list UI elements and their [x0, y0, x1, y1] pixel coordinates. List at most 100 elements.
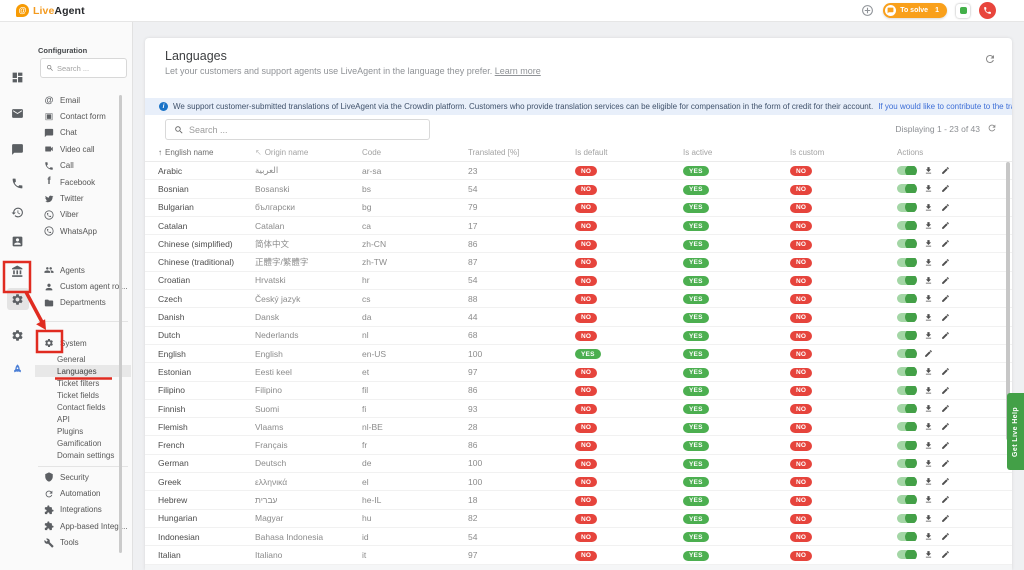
- edit-button[interactable]: [941, 441, 950, 450]
- sidebar-scrollbar[interactable]: [119, 95, 122, 553]
- download-button[interactable]: [924, 221, 933, 230]
- sidebar-search[interactable]: [40, 58, 127, 78]
- edit-button[interactable]: [941, 422, 950, 431]
- sidebar-item-custom-agent-rol[interactable]: Custom agent rol...: [35, 278, 131, 294]
- active-toggle[interactable]: [897, 404, 916, 413]
- edit-button[interactable]: [941, 313, 950, 322]
- download-button[interactable]: [924, 441, 933, 450]
- sidebar-item-agents[interactable]: Agents: [35, 262, 131, 278]
- edit-button[interactable]: [941, 203, 950, 212]
- download-button[interactable]: [924, 386, 933, 395]
- edit-button[interactable]: [941, 386, 950, 395]
- phone-call-button[interactable]: [979, 2, 996, 19]
- active-toggle[interactable]: [897, 514, 916, 523]
- download-button[interactable]: [924, 166, 933, 175]
- edit-button[interactable]: [941, 367, 950, 376]
- edit-button[interactable]: [941, 221, 950, 230]
- active-toggle[interactable]: [897, 276, 916, 285]
- download-button[interactable]: [924, 367, 933, 376]
- active-toggle[interactable]: [897, 349, 916, 358]
- active-toggle[interactable]: [897, 422, 916, 431]
- rail-rocket-button[interactable]: [7, 358, 29, 380]
- active-toggle[interactable]: [897, 495, 916, 504]
- download-button[interactable]: [924, 459, 933, 468]
- sidebar-item-gamification[interactable]: Gamification: [35, 438, 131, 450]
- active-toggle[interactable]: [897, 550, 916, 559]
- download-button[interactable]: [924, 514, 933, 523]
- sidebar-item-tools[interactable]: Tools: [35, 535, 131, 551]
- sidebar-item-security[interactable]: Security: [35, 469, 131, 485]
- download-button[interactable]: [924, 276, 933, 285]
- sidebar-item-api[interactable]: API: [35, 413, 131, 425]
- rail-dashboard-button[interactable]: [7, 66, 29, 88]
- rail-contacts-button[interactable]: [7, 230, 29, 252]
- edit-button[interactable]: [941, 550, 950, 559]
- sidebar-item-languages[interactable]: Languages: [35, 365, 131, 377]
- download-button[interactable]: [924, 495, 933, 504]
- edit-button[interactable]: [941, 166, 950, 175]
- edit-button[interactable]: [941, 294, 950, 303]
- active-toggle[interactable]: [897, 239, 916, 248]
- active-toggle[interactable]: [897, 184, 916, 193]
- sidebar-item-ticket-filters[interactable]: Ticket filters: [35, 377, 131, 389]
- active-toggle[interactable]: [897, 331, 916, 340]
- active-toggle[interactable]: [897, 532, 916, 541]
- active-toggle[interactable]: [897, 294, 916, 303]
- download-button[interactable]: [924, 294, 933, 303]
- active-toggle[interactable]: [897, 386, 916, 395]
- col-header-english-name[interactable]: ↑English name: [158, 148, 255, 157]
- edit-button[interactable]: [941, 477, 950, 486]
- col-header-origin-name[interactable]: ↖Origin name: [255, 148, 362, 157]
- download-button[interactable]: [924, 532, 933, 541]
- contribute-link[interactable]: If you would like to contribute to the t…: [878, 102, 1012, 111]
- active-toggle[interactable]: [897, 203, 916, 212]
- edit-button[interactable]: [941, 532, 950, 541]
- sidebar-item-whatsapp[interactable]: WhatsApp: [35, 223, 131, 239]
- chat-status-button[interactable]: [956, 4, 970, 18]
- active-toggle[interactable]: [897, 313, 916, 322]
- table-refresh-button[interactable]: [987, 123, 997, 133]
- active-toggle[interactable]: [897, 166, 916, 175]
- download-button[interactable]: [924, 331, 933, 340]
- sidebar-item-integrations[interactable]: Integrations: [35, 502, 131, 518]
- download-button[interactable]: [924, 203, 933, 212]
- active-toggle[interactable]: [897, 441, 916, 450]
- sidebar-item-plugins[interactable]: Plugins: [35, 426, 131, 438]
- download-button[interactable]: [924, 550, 933, 559]
- edit-button[interactable]: [941, 404, 950, 413]
- rail-billing-button[interactable]: [7, 260, 29, 282]
- to-solve-button[interactable]: To solve 1: [883, 3, 947, 18]
- download-button[interactable]: [924, 184, 933, 193]
- sidebar-item-domain-settings[interactable]: Domain settings: [35, 450, 131, 462]
- rail-system-settings-button[interactable]: [7, 324, 29, 346]
- col-header-translated[interactable]: Translated [%]: [468, 148, 575, 157]
- active-toggle[interactable]: [897, 459, 916, 468]
- sidebar-item-video-call[interactable]: Video call: [35, 141, 131, 157]
- download-button[interactable]: [924, 477, 933, 486]
- rail-chat-button[interactable]: [7, 138, 29, 160]
- learn-more-link[interactable]: Learn more: [495, 66, 541, 76]
- refresh-button[interactable]: [984, 53, 996, 65]
- table-search-input[interactable]: [189, 125, 421, 135]
- sidebar-item-contact-fields[interactable]: Contact fields: [35, 401, 131, 413]
- sidebar-search-input[interactable]: [57, 64, 115, 73]
- table-search[interactable]: [165, 119, 430, 140]
- edit-button[interactable]: [924, 349, 933, 358]
- edit-button[interactable]: [941, 184, 950, 193]
- edit-button[interactable]: [941, 459, 950, 468]
- edit-button[interactable]: [941, 276, 950, 285]
- col-header-code[interactable]: Code: [362, 148, 468, 157]
- sidebar-item-system[interactable]: System: [35, 335, 131, 351]
- active-toggle[interactable]: [897, 477, 916, 486]
- download-button[interactable]: [924, 404, 933, 413]
- active-toggle[interactable]: [897, 367, 916, 376]
- rail-settings-button[interactable]: [7, 288, 29, 310]
- sidebar-item-viber[interactable]: Viber: [35, 207, 131, 223]
- liveagent-logo[interactable]: @ LiveAgent: [16, 4, 85, 17]
- download-button[interactable]: [924, 422, 933, 431]
- edit-button[interactable]: [941, 514, 950, 523]
- rail-history-button[interactable]: [7, 201, 29, 223]
- edit-button[interactable]: [941, 239, 950, 248]
- download-button[interactable]: [924, 258, 933, 267]
- add-button[interactable]: [861, 4, 874, 17]
